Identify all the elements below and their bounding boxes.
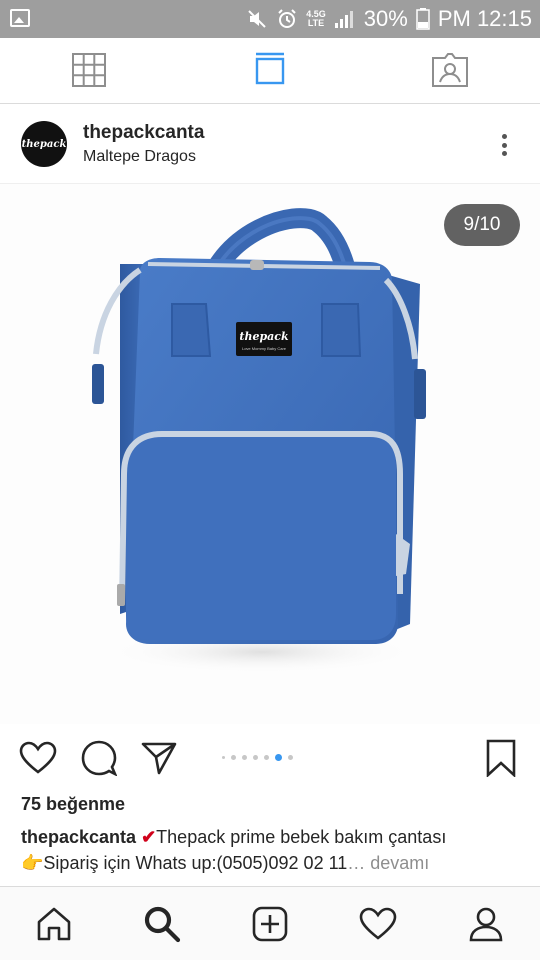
carousel-dots <box>222 754 293 761</box>
post-actions <box>0 724 540 794</box>
backpack-image: thepack Love Mommy Baby Care <box>92 208 426 674</box>
profile-icon <box>469 907 503 942</box>
comment-icon <box>81 740 117 776</box>
caption-text-line2: Sipariş için Whats up:(0505)092 02 11 <box>43 853 348 873</box>
bag-label-text: thepack <box>239 330 289 343</box>
home-icon <box>37 907 71 941</box>
bottom-navigation <box>0 886 540 960</box>
alarm-icon <box>278 9 296 28</box>
tab-feed[interactable] <box>250 50 290 90</box>
profile-view-tabs <box>0 38 540 104</box>
save-button[interactable] <box>481 738 521 778</box>
caption-text-line1: Thepack prime bebek bakım çantası <box>156 827 447 847</box>
grid-icon <box>72 53 106 87</box>
carousel-dot <box>231 755 236 760</box>
nav-search[interactable] <box>142 904 182 944</box>
post-header: thepack thepackcanta Maltepe Dragos <box>0 104 540 184</box>
add-post-icon <box>252 906 288 942</box>
like-count[interactable]: 75 beğenme <box>21 794 125 815</box>
post-caption: thepackcanta ✔Thepack prime bebek bakım … <box>21 824 526 876</box>
carousel-counter: 9/10 <box>444 204 520 246</box>
status-bar: 4.5G LTE 30% PM 12:15 <box>0 0 540 38</box>
bag-label-subtext: Love Mommy Baby Care <box>242 346 287 351</box>
nav-profile[interactable] <box>466 904 506 944</box>
avatar[interactable]: thepack <box>21 121 67 167</box>
caption-more-link[interactable]: … devamı <box>347 853 429 873</box>
carousel-dot <box>222 756 225 759</box>
nav-activity[interactable] <box>358 904 398 944</box>
feed-icon <box>255 52 285 85</box>
check-mark-icon: ✔ <box>141 827 157 847</box>
search-icon <box>144 906 181 943</box>
battery-icon <box>416 8 430 30</box>
signal-icon <box>334 11 353 28</box>
image-icon <box>10 9 30 27</box>
comment-button[interactable] <box>79 738 119 778</box>
like-button[interactable] <box>18 738 58 778</box>
tab-tagged[interactable] <box>430 50 470 90</box>
clock: PM 12:15 <box>437 6 532 31</box>
post-photo[interactable]: thepack Love Mommy Baby Care <box>0 184 540 724</box>
tab-grid[interactable] <box>69 50 109 90</box>
mute-icon <box>248 10 266 28</box>
carousel-dot <box>264 755 269 760</box>
network-indicator: 4.5G LTE <box>306 9 326 28</box>
nav-home[interactable] <box>34 904 74 944</box>
nav-add-post[interactable] <box>250 904 290 944</box>
share-button[interactable] <box>139 738 179 778</box>
post-location[interactable]: Maltepe Dragos <box>83 148 196 166</box>
carousel-dot <box>242 755 247 760</box>
pointing-hand-icon: 👉 <box>21 853 44 873</box>
more-dot-icon <box>501 134 507 139</box>
activity-icon <box>359 907 397 940</box>
battery-percent: 30% <box>363 6 408 31</box>
more-dot-icon <box>501 142 507 148</box>
carousel-dot <box>253 755 258 760</box>
carousel-dot <box>288 755 293 760</box>
post-username[interactable]: thepackcanta <box>83 122 204 144</box>
heart-icon <box>19 741 57 774</box>
avatar-logo-text: thepack <box>21 138 67 150</box>
send-icon <box>141 742 177 775</box>
tagged-icon <box>432 53 468 87</box>
bookmark-icon <box>486 739 516 777</box>
more-options-button[interactable] <box>492 130 516 160</box>
more-dot-icon <box>501 151 507 156</box>
caption-username[interactable]: thepackcanta <box>21 827 136 847</box>
carousel-dot-active <box>275 754 282 761</box>
